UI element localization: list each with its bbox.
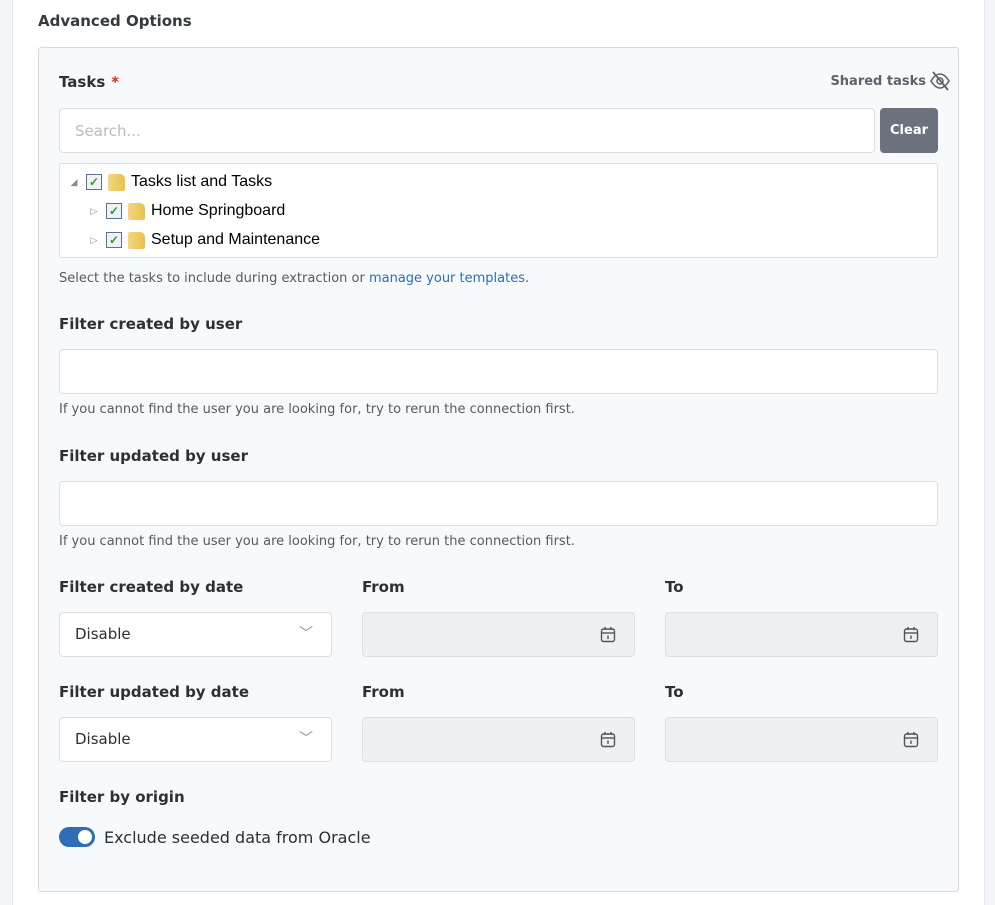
- clear-button[interactable]: Clear: [880, 108, 938, 153]
- created-user-label: Filter created by user: [59, 315, 243, 333]
- collapse-arrow-icon[interactable]: ◢: [68, 177, 80, 188]
- select-value: Disable: [75, 625, 131, 643]
- calendar-icon[interactable]: [903, 731, 919, 748]
- tree-node[interactable]: ▷ ✓ Home Springboard: [88, 200, 285, 222]
- calendar-icon[interactable]: [903, 626, 919, 643]
- updated-date-select[interactable]: Disable ﹀: [59, 717, 332, 762]
- tasks-label-text: Tasks: [59, 73, 106, 91]
- folder-icon: [108, 173, 125, 191]
- checkbox-checked-icon[interactable]: ✓: [106, 203, 122, 219]
- chevron-down-icon: ﹀: [299, 626, 313, 642]
- created-to-date-input[interactable]: [665, 612, 938, 657]
- expand-arrow-icon[interactable]: ▷: [88, 235, 100, 246]
- updated-from-label: From: [362, 683, 405, 701]
- help-text: Select the tasks to include during extra…: [59, 271, 369, 286]
- tasks-label: Tasks *: [59, 73, 119, 91]
- tasks-search-input[interactable]: Search...: [59, 108, 875, 153]
- updated-user-input[interactable]: [59, 481, 938, 526]
- created-user-help: If you cannot find the user you are look…: [59, 402, 575, 417]
- created-date-select[interactable]: Disable ﹀: [59, 612, 332, 657]
- manage-templates-link[interactable]: manage your templates: [369, 271, 525, 286]
- select-value: Disable: [75, 730, 131, 748]
- created-from-label: From: [362, 578, 405, 596]
- created-date-label: Filter created by date: [59, 578, 244, 596]
- tree-node-label: Setup and Maintenance: [151, 231, 321, 248]
- tree-node-label: Tasks list and Tasks: [131, 173, 273, 190]
- updated-to-date-input[interactable]: [665, 717, 938, 762]
- search-placeholder: Search...: [75, 122, 141, 140]
- tree-node[interactable]: ◢ ✓ Tasks list and Tasks: [68, 171, 272, 193]
- required-mark: *: [111, 73, 120, 91]
- tree-node[interactable]: ▷ ✓ Setup and Maintenance: [88, 229, 320, 251]
- exclude-seeded-label[interactable]: Exclude seeded data from Oracle: [104, 828, 371, 847]
- shared-tasks-toggle[interactable]: Shared tasks: [830, 71, 951, 91]
- calendar-icon[interactable]: [600, 626, 616, 643]
- calendar-icon[interactable]: [600, 731, 616, 748]
- updated-date-label: Filter updated by date: [59, 683, 250, 701]
- created-from-date-input[interactable]: [362, 612, 635, 657]
- tasks-help: Select the tasks to include during extra…: [59, 271, 529, 286]
- created-user-input[interactable]: [59, 349, 938, 394]
- folder-icon: [128, 231, 145, 249]
- folder-icon: [128, 202, 145, 220]
- created-to-label: To: [665, 578, 684, 596]
- section-title: Advanced Options: [38, 12, 192, 30]
- tasks-tree: ◢ ✓ Tasks list and Tasks ▷ ✓ Home Springboar…: [59, 163, 938, 258]
- tree-node-label: Home Springboard: [151, 202, 286, 219]
- eye-slash-icon: [930, 71, 950, 91]
- checkbox-checked-icon[interactable]: ✓: [106, 232, 122, 248]
- updated-from-date-input[interactable]: [362, 717, 635, 762]
- chevron-down-icon: ﹀: [299, 731, 313, 747]
- help-suffix: .: [525, 271, 530, 286]
- origin-label: Filter by origin: [59, 788, 185, 806]
- expand-arrow-icon[interactable]: ▷: [88, 206, 100, 217]
- checkbox-checked-icon[interactable]: ✓: [86, 174, 102, 190]
- exclude-seeded-toggle[interactable]: [59, 827, 95, 847]
- updated-user-help: If you cannot find the user you are look…: [59, 534, 575, 549]
- shared-tasks-label: Shared tasks: [830, 73, 926, 89]
- updated-to-label: To: [665, 683, 684, 701]
- updated-user-label: Filter updated by user: [59, 447, 248, 465]
